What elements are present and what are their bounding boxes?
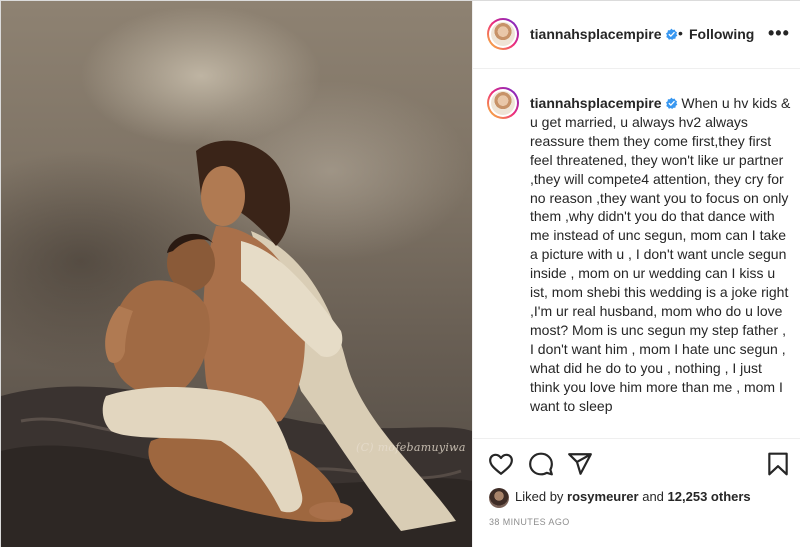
liker-username-link[interactable]: rosymeurer (567, 489, 639, 504)
comment-icon[interactable] (528, 451, 554, 477)
caption-username-link[interactable]: tiannahsplacempire (530, 95, 678, 111)
post-photo[interactable]: (C) mofebamuyiwa (1, 1, 472, 547)
bookmark-icon[interactable] (765, 451, 791, 477)
caption-text: tiannahsplacempire When u hv kids & u ge… (530, 94, 792, 415)
likes-conjunction: and (642, 489, 664, 504)
share-icon[interactable] (567, 451, 593, 477)
heart-icon[interactable] (488, 451, 514, 477)
caption-avatar[interactable] (487, 87, 519, 119)
post-actions: Liked by rosymeurer and 12,253 others 38… (473, 438, 800, 547)
post-side-panel: tiannahsplacempire • Following ••• tiann… (472, 1, 800, 547)
caption-body: When u hv kids & u get married, u always… (530, 95, 791, 414)
liker-avatar[interactable] (489, 487, 509, 508)
likes-count-link[interactable]: 12,253 others (668, 489, 751, 504)
verified-badge-icon (665, 97, 677, 110)
likes-prefix: Liked by (515, 489, 564, 504)
photo-watermark: (C) mofebamuyiwa (356, 441, 466, 454)
likes-summary: Liked by rosymeurer and 12,253 others (489, 487, 751, 508)
instagram-post: (C) mofebamuyiwa tiannahsplacempire • Fo… (0, 0, 800, 547)
post-timestamp[interactable]: 38 MINUTES AGO (489, 517, 570, 527)
verified-badge-icon (665, 28, 677, 41)
author-username-link[interactable]: tiannahsplacempire (530, 26, 678, 42)
author-avatar[interactable] (487, 18, 519, 50)
photo-illustration (1, 140, 472, 547)
more-options-button[interactable]: ••• (768, 23, 790, 44)
following-button[interactable]: Following (689, 26, 754, 42)
post-header: tiannahsplacempire • Following ••• (473, 1, 800, 69)
header-separator: • (678, 25, 683, 41)
